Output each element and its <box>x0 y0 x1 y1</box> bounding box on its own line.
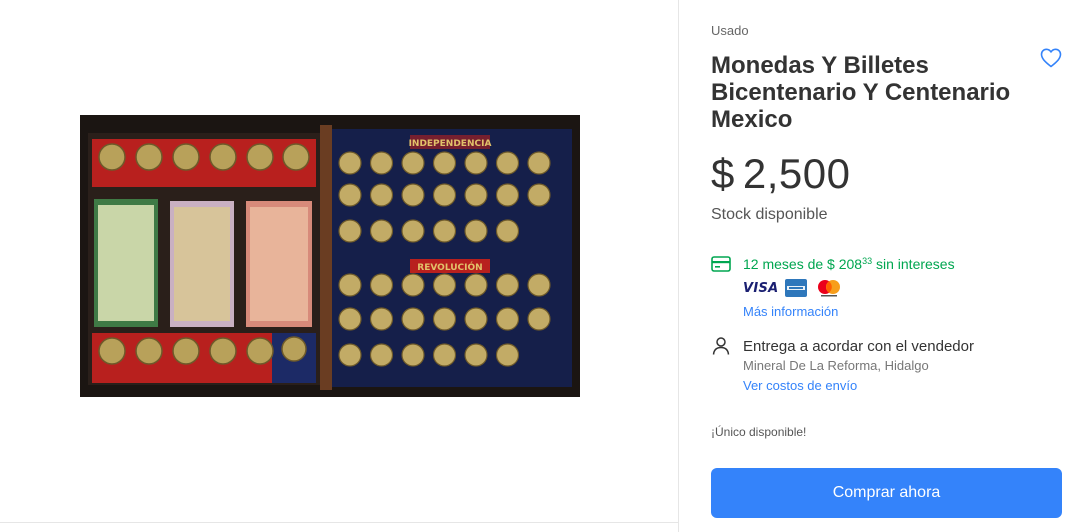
coin <box>338 343 362 367</box>
coin <box>338 273 362 297</box>
coin <box>495 219 520 243</box>
coin <box>464 183 488 207</box>
coin <box>338 219 362 243</box>
stock-status: Stock disponible <box>711 206 828 223</box>
image-label-revolucion: REVOLUCIÓN <box>417 261 482 273</box>
coin <box>495 151 520 175</box>
installments-text: 12 meses de $ 20833 sin intereses <box>743 256 955 272</box>
coin <box>338 307 362 331</box>
coin <box>401 151 425 175</box>
coin <box>369 273 394 297</box>
delivery-location: Mineral De La Reforma, Hidalgo <box>743 358 929 373</box>
coin <box>495 343 520 367</box>
price: $2,500 <box>711 150 850 198</box>
coin <box>369 219 394 243</box>
image-gallery: INDEPENDENCIA REVOLUCIÓN <box>0 0 678 532</box>
gallery-divider <box>0 522 678 523</box>
amex-card-icon <box>785 279 807 297</box>
coin <box>464 151 488 175</box>
coin <box>464 273 488 297</box>
product-info-panel: Usado Monedas Y Billetes Bicentenario Y … <box>679 0 1090 532</box>
coin <box>338 183 362 207</box>
coin <box>369 151 394 175</box>
availability-text: ¡Único disponible! <box>711 425 807 439</box>
coin <box>464 343 488 367</box>
coin <box>401 183 425 207</box>
coin <box>338 151 362 175</box>
installments-cents: 33 <box>862 256 873 266</box>
person-icon <box>712 337 730 355</box>
installments-amount: 12 meses de $ 208 <box>743 256 863 272</box>
coin <box>401 273 425 297</box>
more-info-link[interactable]: Más información <box>743 304 838 319</box>
coin <box>369 343 394 367</box>
delivery-title: Entrega a acordar con el vendedor <box>743 338 974 355</box>
coin <box>432 219 457 243</box>
coin <box>432 183 457 207</box>
coin <box>369 183 394 207</box>
coin <box>432 273 457 297</box>
coin <box>527 183 551 207</box>
coin <box>527 307 551 331</box>
product-title: Monedas Y Billetes Bicentenario Y Centen… <box>711 52 1011 133</box>
coin <box>527 273 551 297</box>
product-image[interactable]: INDEPENDENCIA REVOLUCIÓN <box>80 115 580 397</box>
coin <box>495 183 520 207</box>
coin <box>432 307 457 331</box>
mastercard-icon <box>818 280 840 297</box>
coin <box>464 307 488 331</box>
coin <box>401 343 425 367</box>
shipping-costs-link[interactable]: Ver costos de envío <box>743 378 857 393</box>
coin <box>527 151 551 175</box>
credit-card-icon <box>711 256 731 272</box>
installments-row: 12 meses de $ 20833 sin intereses <box>711 254 955 274</box>
payment-methods: VISA <box>743 278 843 298</box>
buy-now-button[interactable]: Comprar ahora <box>711 468 1062 518</box>
price-currency: $ <box>711 150 735 197</box>
coin <box>495 307 520 331</box>
coin <box>401 307 425 331</box>
visa-icon: VISA <box>743 280 779 296</box>
heart-icon[interactable] <box>1039 46 1063 70</box>
coin <box>369 307 394 331</box>
installments-suffix: sin intereses <box>872 256 955 272</box>
coin <box>432 151 457 175</box>
coin <box>432 343 457 367</box>
condition-label: Usado <box>711 23 749 38</box>
image-label-independencia: INDEPENDENCIA <box>409 139 492 149</box>
coin <box>401 219 425 243</box>
coin <box>464 219 488 243</box>
price-amount: 2,500 <box>742 150 851 197</box>
coin <box>495 273 520 297</box>
